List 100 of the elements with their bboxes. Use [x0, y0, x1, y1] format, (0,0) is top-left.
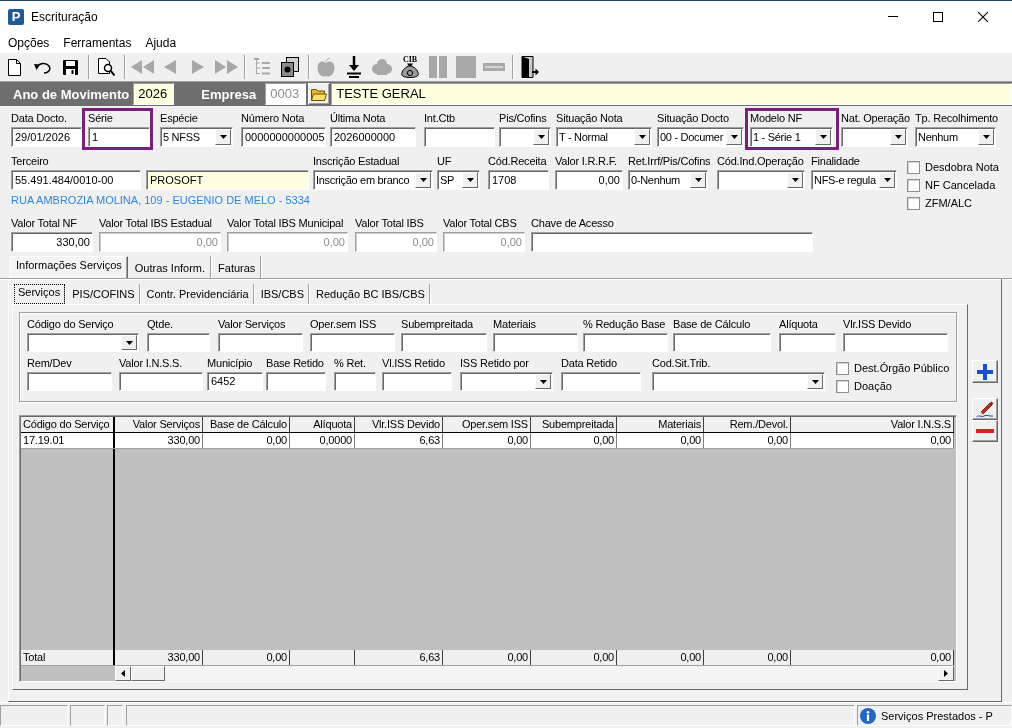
input-field[interactable]: 330,00 [11, 232, 93, 252]
dropdown-button[interactable] [215, 129, 231, 145]
input-field[interactable] [401, 333, 487, 352]
dropdown-button[interactable] [690, 172, 706, 188]
input-field[interactable]: 1708 [488, 170, 549, 190]
document-magnifier-icon[interactable] [97, 58, 115, 76]
dropdown[interactable]: 00 - Documer [657, 127, 744, 147]
tab[interactable]: Faturas [213, 256, 262, 278]
tab[interactable]: Outras Inform. [129, 256, 212, 278]
menu-item[interactable]: Opções [8, 35, 50, 50]
checkbox[interactable] [836, 361, 849, 375]
maximize-icon[interactable] [932, 11, 943, 22]
dropdown-button[interactable] [533, 129, 549, 145]
dropdown-button[interactable] [535, 374, 551, 389]
tab[interactable]: PIS/COFINS [68, 284, 140, 304]
dropdown-button[interactable] [121, 335, 137, 350]
dropdown[interactable] [460, 372, 553, 391]
dropdown[interactable]: SP [437, 170, 480, 190]
input-field[interactable] [147, 333, 210, 352]
input-field[interactable]: 29/01/2026 [11, 127, 82, 147]
dropdown[interactable]: 5 NFSS [160, 127, 233, 147]
input-field[interactable] [382, 372, 452, 391]
triangle-left-icon [121, 670, 125, 677]
input-field[interactable]: 6452 [207, 372, 263, 391]
dropdown[interactable]: NFS-e regula [811, 170, 897, 190]
dropdown-button[interactable] [634, 129, 650, 145]
input-field[interactable]: TESTE GERAL [331, 83, 1012, 105]
checkbox-label: ZFM/ALC [925, 197, 973, 209]
edit-button[interactable] [972, 398, 998, 420]
input-field[interactable] [334, 372, 376, 391]
dropdown[interactable] [499, 127, 551, 147]
input-field[interactable]: 55.491.484/0010-00 [11, 170, 141, 190]
checkbox[interactable] [836, 379, 849, 393]
column-header: Rem./Devol. [704, 417, 791, 432]
status-panel [107, 705, 123, 726]
checkbox[interactable] [907, 178, 920, 192]
input-field[interactable] [424, 127, 495, 147]
menu-item[interactable]: Ferramentas [63, 35, 132, 50]
input-field[interactable]: 2026000000 [330, 127, 416, 147]
input-field[interactable] [561, 372, 641, 391]
scroll-left-button[interactable] [115, 666, 131, 681]
dropdown-button[interactable] [879, 172, 895, 188]
input-field[interactable] [583, 333, 668, 352]
checkbox-label: Doação [854, 380, 892, 392]
input-field[interactable] [779, 333, 836, 352]
input-field[interactable] [493, 333, 578, 352]
folder-button[interactable] [308, 83, 331, 105]
caret-icon [730, 135, 738, 139]
scroll-right-button[interactable] [938, 666, 954, 681]
door-icon[interactable] [521, 56, 539, 78]
menu-item[interactable]: Ajuda [145, 35, 177, 50]
dropdown[interactable]: Inscrição em branco [313, 170, 433, 190]
dropdown-button[interactable] [807, 374, 823, 389]
add-button[interactable] [972, 360, 998, 383]
dropdown-button[interactable] [462, 172, 478, 188]
input-field[interactable] [218, 333, 303, 352]
dropdown[interactable]: 1 - Série 1 [750, 127, 833, 147]
remove-button[interactable] [972, 420, 998, 442]
dropdown[interactable]: 0-Nenhum [628, 170, 708, 190]
input-field[interactable] [119, 372, 203, 391]
tab[interactable]: Redução BC IBS/CBS [312, 284, 430, 304]
input-field[interactable]: 1 [88, 127, 150, 147]
input-field[interactable]: 0,00 [555, 170, 623, 190]
new-document-icon[interactable] [7, 58, 21, 76]
dropdown-button[interactable] [815, 129, 831, 145]
dropdown[interactable]: T - Normal [556, 127, 652, 147]
input-field[interactable] [531, 232, 813, 252]
dropdown[interactable] [717, 170, 805, 190]
input-field[interactable] [266, 372, 326, 391]
checkbox[interactable] [907, 160, 920, 174]
field-label: Valor Total IBS [355, 216, 424, 231]
input-field[interactable] [843, 333, 948, 352]
tab[interactable]: IBS/CBS [256, 284, 310, 304]
scrollbar-thumb[interactable] [131, 666, 165, 681]
download-icon[interactable] [347, 56, 361, 78]
stacked-pages-icon[interactable] [281, 57, 299, 77]
close-icon[interactable] [977, 11, 988, 22]
dropdown-button[interactable] [978, 129, 994, 145]
input-field[interactable]: 2026 [133, 83, 175, 105]
tab[interactable]: Contr. Previdenciária [142, 284, 254, 304]
dropdown[interactable]: Nenhum [915, 127, 996, 147]
input-field[interactable] [673, 333, 771, 352]
minimize-icon[interactable] [887, 16, 898, 17]
checkbox[interactable] [907, 196, 920, 210]
dropdown[interactable] [27, 333, 139, 352]
tab[interactable]: Informações Serviços [10, 256, 128, 278]
input-field[interactable] [27, 372, 112, 391]
input-field[interactable]: 0000000000005 [241, 127, 326, 147]
dropdown[interactable] [841, 127, 908, 147]
dropdown[interactable] [652, 372, 825, 391]
input-field[interactable] [310, 333, 395, 352]
dropdown-button[interactable] [890, 129, 906, 145]
dropdown-button[interactable] [415, 172, 431, 188]
dropdown-button[interactable] [726, 129, 742, 145]
tab[interactable]: Serviços [14, 284, 66, 304]
field-label: Cód.Receita [488, 154, 547, 169]
horizontal-scrollbar[interactable] [115, 666, 954, 681]
undo-icon[interactable] [33, 60, 51, 74]
dropdown-button[interactable] [787, 172, 803, 188]
input-field[interactable]: PROSOFT [146, 170, 309, 190]
